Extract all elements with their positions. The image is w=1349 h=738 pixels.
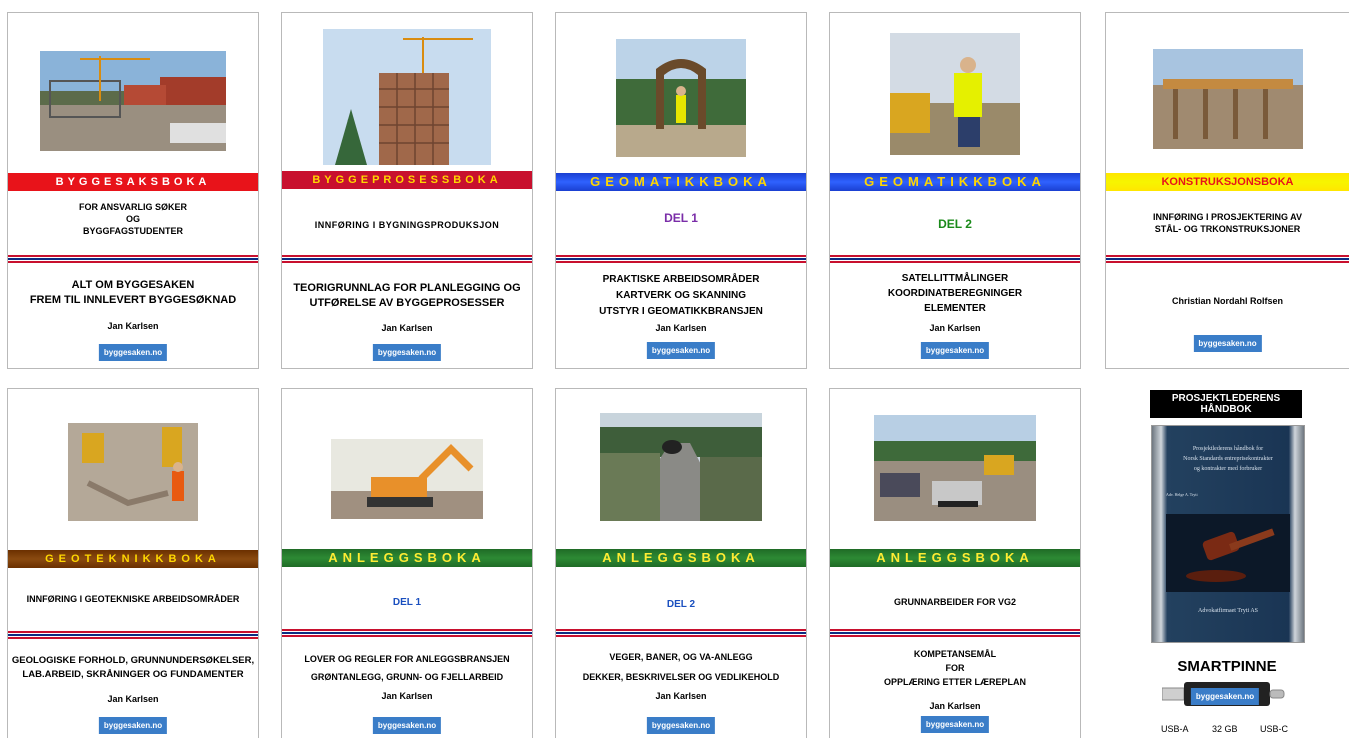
book-title-band: BYGGEPROSESSBOKA: [282, 171, 532, 189]
handbok-cover-publisher: Advokatfirmaet Tryti AS: [1197, 608, 1258, 614]
book-author: Jan Karlsen: [381, 323, 433, 333]
norway-stripe-divider: [282, 255, 532, 263]
book-description: KOMPETANSEMÅL FOR OPPLÆRING ETTER LÆREPLAN: [883, 649, 1026, 687]
cover-photo-drilling-rig: [68, 423, 198, 521]
usb-c-label: USB-C: [1260, 724, 1289, 734]
book-author: Jan Karlsen: [107, 321, 159, 331]
book-title-band: BYGGESAKSBOKA: [8, 173, 258, 191]
byggesaken-badge[interactable]: byggesaken.no: [98, 717, 168, 734]
norway-stripe-divider: [8, 255, 258, 263]
cover-photo-construction-site: [40, 51, 226, 151]
book-part-label: DEL 2: [938, 217, 972, 231]
book-title-band: KONSTRUKSJONSBOKA: [1106, 173, 1349, 191]
book-part-label: DEL 2: [666, 599, 696, 610]
norway-stripe-divider: [830, 629, 1080, 637]
book-title-band: ANLEGGSBOKA: [556, 549, 806, 567]
book-description: PRAKTISKE ARBEIDSOMRÅDER KARTVERK OG SKAN…: [599, 274, 763, 317]
norway-stripe-divider: [8, 631, 258, 639]
handbok-cover-text: Prosjektlederens håndbok for Norsk Standa…: [1183, 446, 1273, 472]
book-author: Jan Karlsen: [929, 323, 981, 333]
book-card-byggeprosessboka[interactable]: BYGGEPROSESSBOKA INNFØRING I BYGNINGSPRO…: [281, 12, 533, 369]
norway-stripe-divider: [830, 255, 1080, 263]
book-subtitle: INNFØRING I GEOTEKNISKE ARBEIDSOMRÅDER: [26, 594, 240, 604]
handbok-cover-author: Adv. Helge A. Tryti: [1166, 492, 1198, 497]
book-author: Jan Karlsen: [655, 691, 707, 701]
book-subtitle: INNFØRING I PROSJEKTERING AV STÅL- OG TRK…: [1152, 212, 1302, 234]
book-title-band: ANLEGGSBOKA: [282, 549, 532, 567]
book-description: ALT OM BYGGESAKEN FREM TIL INNLEVERT BYGG…: [29, 279, 237, 306]
byggesaken-badge[interactable]: byggesaken.no: [920, 342, 990, 359]
cover-photo-surveyor-arch: [616, 39, 746, 157]
handbok-cover[interactable]: Prosjektlederens håndbok for Norsk Standa…: [1151, 425, 1305, 643]
usb-capacity-label: 32 GB: [1212, 724, 1238, 734]
projektleder-handbok-panel[interactable]: PROSJEKTLEDERENS HÅNDBOK Prosjektlederen…: [1105, 388, 1349, 738]
book-card-geoteknikkboka[interactable]: GEOTEKNIKKBOKA INNFØRING I GEOTEKNISKE A…: [7, 388, 259, 738]
book-description: GEOLOGISKE FORHOLD, GRUNNUNDERSØKELSER, L…: [11, 655, 255, 680]
book-author: Jan Karlsen: [107, 694, 159, 704]
usb-badge: byggesaken.no: [1190, 688, 1260, 705]
norway-stripe-divider: [1106, 255, 1349, 263]
book-subtitle: FOR ANSVARLIG SØKER OG BYGGFAGSTUDENTER: [78, 202, 187, 236]
cover-photo-surveyor-vest: [890, 33, 1020, 155]
book-author: Jan Karlsen: [929, 701, 981, 711]
book-card-geomatikkboka-del2[interactable]: GEOMATIKKBOKA DEL 2 SATELLITTMÅLINGER KOO…: [829, 12, 1081, 369]
book-subtitle: GRUNNARBEIDER FOR VG2: [893, 597, 1016, 607]
book-author: Jan Karlsen: [655, 323, 707, 333]
book-card-byggesaksboka[interactable]: BYGGESAKSBOKA FOR ANSVARLIG SØKER OG BYGGF…: [7, 12, 259, 369]
book-part-label: DEL 1: [664, 211, 698, 225]
book-description: TEORIGRUNNLAG FOR PLANLEGGING OG UTFØRELS…: [293, 282, 521, 309]
book-card-konstruksjonsboka[interactable]: KONSTRUKSJONSBOKA INNFØRING I PROSJEKTER…: [1105, 12, 1349, 369]
book-part-label: DEL 1: [392, 597, 422, 608]
book-title-band: ANLEGGSBOKA: [830, 549, 1080, 567]
book-description: VEGER, BANER, OG VA-ANLEGG DEKKER, BESKRI…: [582, 652, 780, 682]
book-description: LOVER OG REGLER FOR ANLEGGSBRANSJEN GRØNT…: [304, 654, 510, 682]
cover-photo-excavator: [331, 439, 483, 519]
book-title-band: GEOMATIKKBOKA: [830, 173, 1080, 191]
byggesaken-badge[interactable]: byggesaken.no: [372, 717, 442, 734]
book-card-anleggsboka-del2[interactable]: ANLEGGSBOKA DEL 2 VEGER, BANER, OG VA-AN…: [555, 388, 807, 738]
book-author: Christian Nordahl Rolfsen: [1171, 296, 1283, 306]
book-description: SATELLITTMÅLINGER KOORDINATBEREGNINGER ELE…: [887, 273, 1023, 314]
book-card-anleggsboka-grunnarbeider[interactable]: ANLEGGSBOKA GRUNNARBEIDER FOR VG2 KOMPET…: [829, 388, 1081, 738]
norway-stripe-divider: [556, 629, 806, 637]
book-card-anleggsboka-del1[interactable]: ANLEGGSBOKA DEL 1 LOVER OG REGLER FOR AN…: [281, 388, 533, 738]
cover-photo-timber-building: [323, 29, 491, 165]
usb-a-label: USB-A: [1161, 724, 1189, 734]
book-card-geomatikkboka-del1[interactable]: GEOMATIKKBOKA DEL 1 PRAKTISKE ARBEIDSOMR…: [555, 12, 807, 369]
book-title-band: GEOTEKNIKKBOKA: [8, 550, 258, 568]
cover-photo-highway-tunnel: [600, 413, 762, 521]
byggesaken-badge[interactable]: byggesaken.no: [98, 344, 168, 361]
smartpinne-title: SMARTPINNE: [1177, 658, 1277, 675]
gavel-icon: [1166, 514, 1290, 592]
byggesaken-badge[interactable]: byggesaken.no: [646, 342, 716, 359]
byggesaken-badge[interactable]: byggesaken.no: [1193, 335, 1262, 352]
norway-stripe-divider: [556, 255, 806, 263]
cover-photo-concrete-structure: [1152, 49, 1303, 149]
handbok-title: PROSJEKTLEDERENS HÅNDBOK: [1150, 390, 1302, 418]
cover-photo-trucks-excavation: [874, 415, 1036, 521]
norway-stripe-divider: [282, 629, 532, 637]
byggesaken-badge[interactable]: byggesaken.no: [372, 344, 442, 361]
byggesaken-badge[interactable]: byggesaken.no: [646, 717, 716, 734]
byggesaken-badge[interactable]: byggesaken.no: [920, 716, 990, 733]
book-author: Jan Karlsen: [381, 691, 433, 701]
book-subtitle: INNFØRING I BYGNINGSPRODUKSJON: [314, 220, 500, 230]
book-title-band: GEOMATIKKBOKA: [556, 173, 806, 191]
